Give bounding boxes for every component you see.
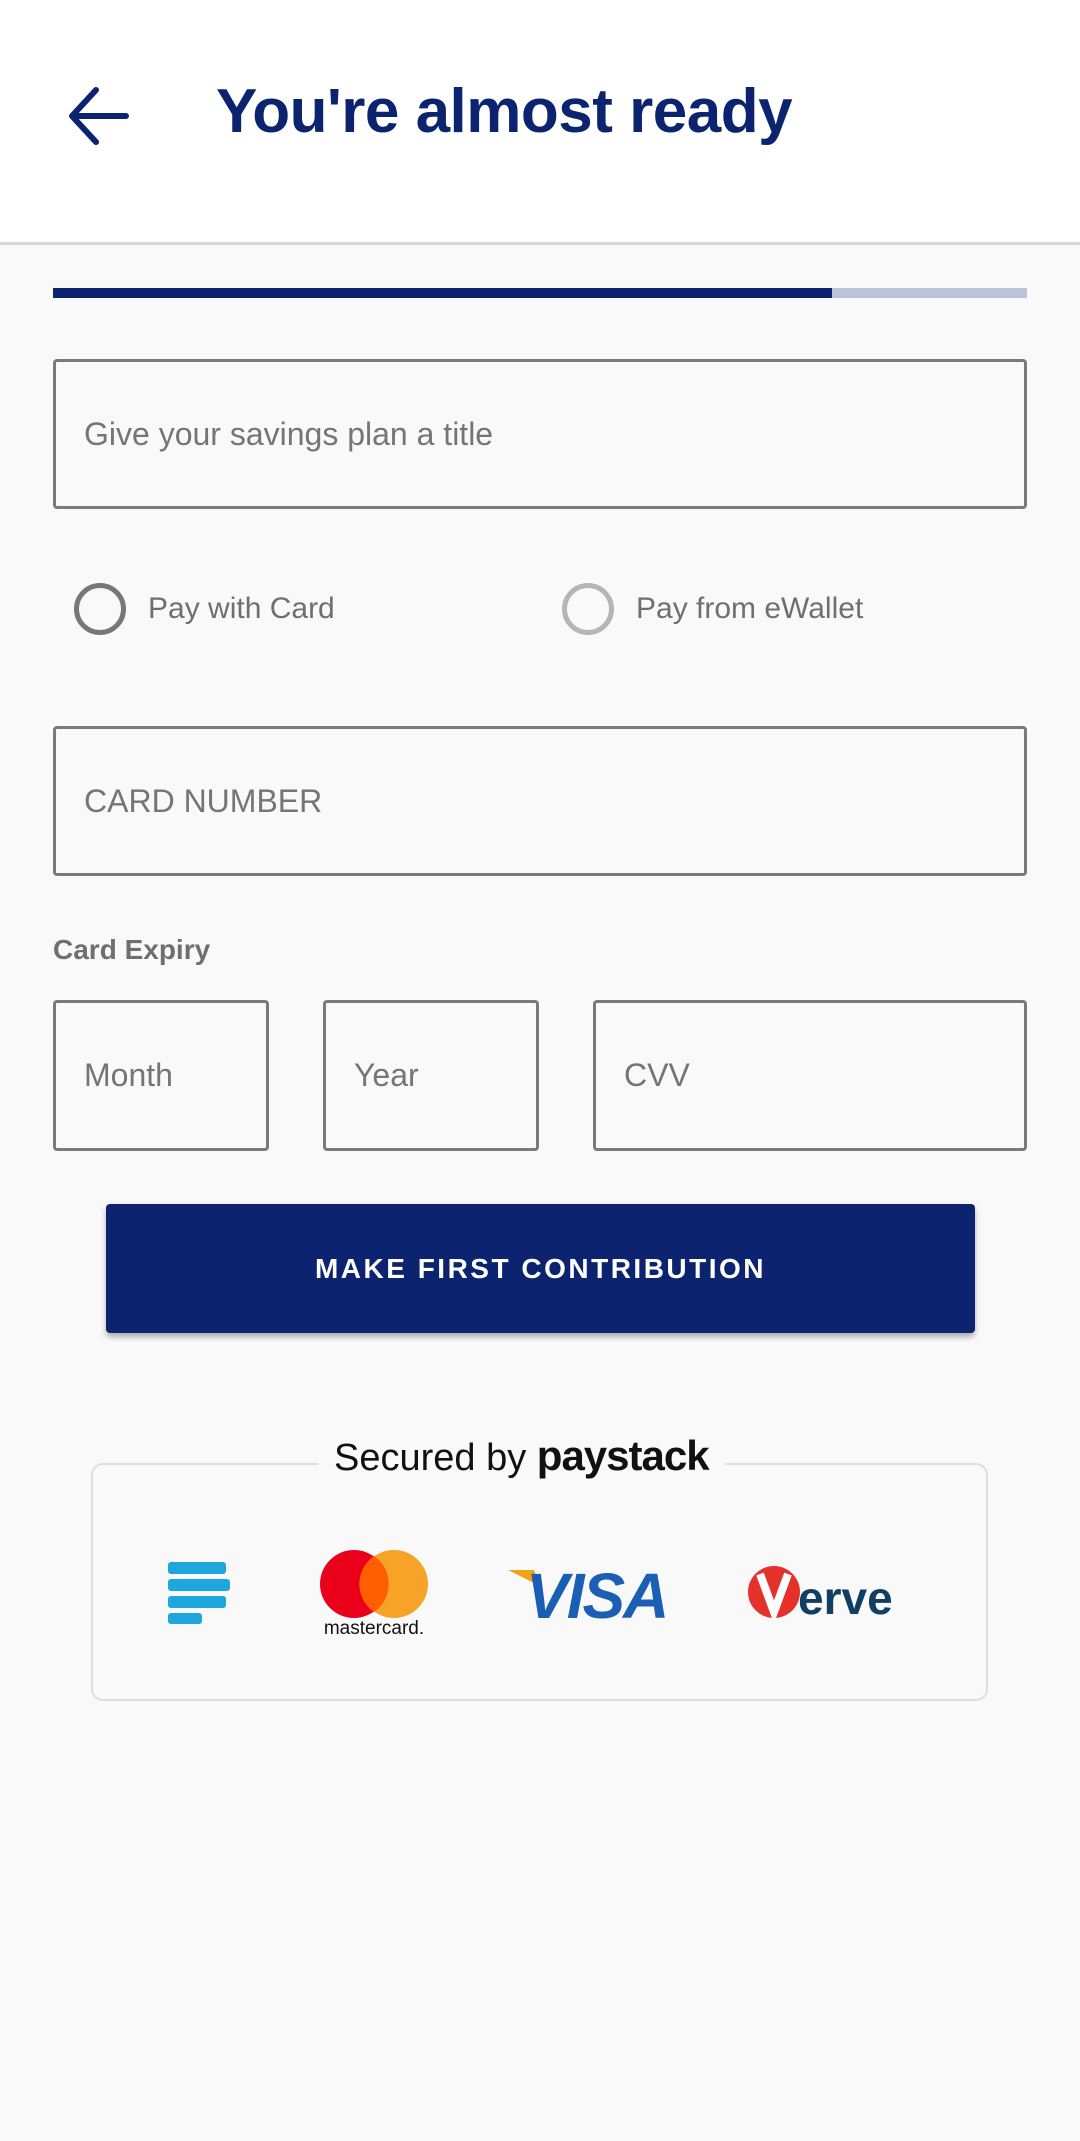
radio-circle[interactable] bbox=[74, 583, 126, 635]
progress-fill bbox=[53, 288, 833, 298]
verve-logo-icon: erve bbox=[748, 1566, 893, 1622]
cvv-input[interactable] bbox=[624, 1057, 1024, 1094]
card-number-input[interactable] bbox=[84, 782, 1024, 820]
radio-circle[interactable] bbox=[562, 583, 614, 635]
radio-label: Pay with Card bbox=[148, 592, 335, 625]
cvv-field[interactable] bbox=[593, 1000, 1027, 1151]
visa-logo-icon: VISA bbox=[508, 1562, 666, 1622]
verve-text: erve bbox=[798, 1572, 893, 1622]
back-button[interactable] bbox=[66, 84, 132, 148]
mastercard-text: mastercard. bbox=[324, 1618, 424, 1638]
make-first-contribution-button[interactable]: MAKE FIRST CONTRIBUTION bbox=[106, 1204, 975, 1333]
secured-by-heading: Secured by paystack bbox=[318, 1432, 725, 1480]
app-header: You're almost ready bbox=[0, 0, 1080, 245]
year-input[interactable] bbox=[354, 1057, 536, 1094]
month-field[interactable] bbox=[53, 1000, 269, 1151]
card-expiry-label: Card Expiry bbox=[53, 934, 211, 965]
paystack-wordmark: paystack bbox=[536, 1432, 710, 1479]
arrow-left-icon bbox=[69, 87, 129, 145]
pay-from-ewallet-radio[interactable]: Pay from eWallet bbox=[562, 583, 863, 635]
radio-label: Pay from eWallet bbox=[636, 592, 864, 625]
mastercard-logo-icon: mastercard. bbox=[320, 1550, 428, 1638]
plan-title-input[interactable] bbox=[84, 415, 1024, 453]
month-input[interactable] bbox=[84, 1057, 266, 1094]
secured-prefix: Secured by bbox=[334, 1437, 527, 1479]
year-field[interactable] bbox=[323, 1000, 539, 1151]
visa-text: VISA bbox=[526, 1562, 666, 1622]
page-title: You're almost ready bbox=[216, 77, 793, 146]
pay-with-card-radio[interactable]: Pay with Card bbox=[74, 583, 335, 635]
card-number-field[interactable] bbox=[53, 726, 1027, 876]
plan-title-field[interactable] bbox=[53, 359, 1027, 509]
progress-bar bbox=[53, 288, 1027, 298]
paystack-logo-icon bbox=[168, 1562, 230, 1624]
